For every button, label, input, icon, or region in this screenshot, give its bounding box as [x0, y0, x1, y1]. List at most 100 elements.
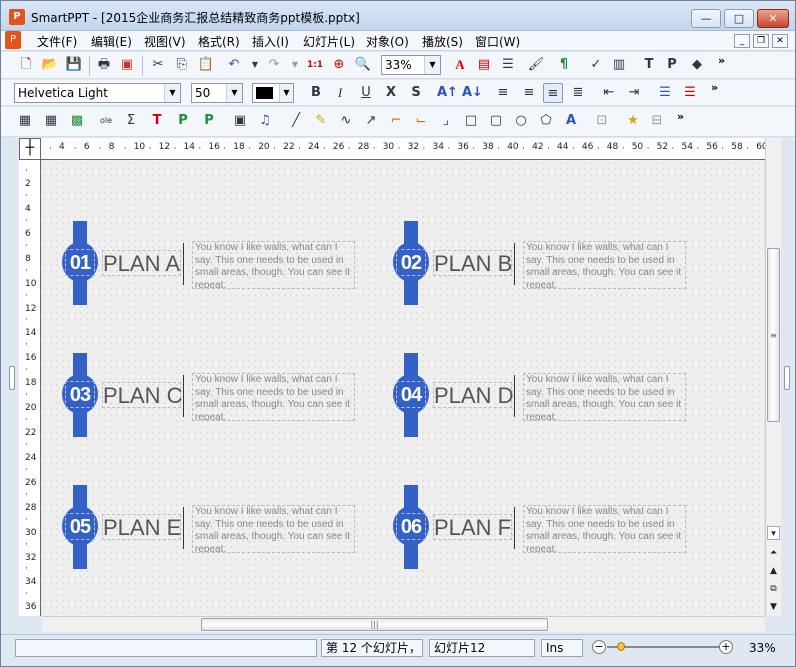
align-objects-icon[interactable]: ⊟	[647, 111, 667, 131]
menu-view[interactable]: 视图(V)	[144, 33, 186, 50]
plan-block[interactable]: 06 PLAN F You know I like walls, what can …	[393, 485, 713, 575]
shadow-text-icon[interactable]: S	[406, 83, 426, 103]
plan-block[interactable]: 05 PLAN E You know I like walls, what can …	[62, 485, 382, 575]
image-icon[interactable]: ▩	[67, 111, 87, 131]
zoom-icon[interactable]: 🔍	[353, 55, 373, 75]
wordart-icon[interactable]: A	[561, 111, 581, 131]
statistics-icon[interactable]: ▥	[609, 55, 629, 75]
curved-connector-icon[interactable]: ⌟	[436, 111, 456, 131]
zoom-slider-thumb[interactable]	[617, 642, 625, 651]
zoom-fit-icon[interactable]: ⊕	[329, 55, 349, 75]
zoom-combo[interactable]: 33% ▼	[381, 55, 441, 75]
font-size-combo[interactable]: 50 ▼	[191, 83, 243, 103]
plan-block[interactable]: 02 PLAN B You know I like walls, what can …	[393, 221, 713, 311]
chevron-down-icon[interactable]: ▼	[226, 84, 242, 102]
paragraph-format-icon[interactable]: ▤	[474, 55, 494, 75]
open-folder-icon[interactable]: 📂	[40, 55, 60, 75]
objects-tool-icon[interactable]: ◆	[687, 55, 707, 75]
align-right-icon[interactable]: ≡	[543, 83, 563, 103]
bold-icon[interactable]: B	[306, 83, 326, 103]
cut-icon[interactable]: ✂	[148, 55, 168, 75]
grow-font-icon[interactable]: A↑	[437, 83, 458, 103]
plan-block[interactable]: 01 PLAN A You know I like walls, what can …	[62, 221, 382, 311]
vertical-scroll-thumb[interactable]: ≡	[767, 248, 780, 422]
align-left-icon[interactable]: ≡	[493, 83, 513, 103]
plan-description[interactable]: You know I like walls, what can I say. T…	[523, 241, 686, 289]
menu-insert[interactable]: 插入(I)	[252, 33, 289, 50]
export-pdf-icon[interactable]: ▣	[117, 55, 137, 75]
connector-tool-icon[interactable]: ⌐	[386, 111, 406, 131]
horizontal-scrollbar[interactable]: |||	[42, 616, 765, 632]
italic-icon[interactable]: I	[330, 83, 350, 103]
insert-mode-status[interactable]: Ins	[541, 639, 583, 657]
vertical-scrollbar[interactable]: ≡ ▾ ⏶ ▲ ⧉ ▼	[765, 138, 781, 616]
numbered-list-icon[interactable]: ☰	[680, 83, 700, 103]
next-slide-icon[interactable]: ▼	[767, 600, 780, 614]
redo-icon[interactable]: ↷	[264, 55, 284, 75]
table-icon[interactable]: ▦	[41, 111, 61, 131]
plan-number[interactable]: 02	[396, 249, 426, 276]
vertical-ruler[interactable]: 2 · 4 · 6 · 8 · 10 · 12 · 14 · 16 · 18 · 20 · 22 · 24 · 26 · 28 · 30…	[19, 160, 41, 616]
close-button[interactable]: ✕	[757, 9, 789, 28]
plan-block[interactable]: 03 PLAN C You know I like walls, what can …	[62, 353, 382, 443]
picture-frame-icon[interactable]: P	[173, 111, 193, 131]
decrease-indent-icon[interactable]: ⇤	[599, 83, 619, 103]
bullets-format-icon[interactable]: ☰	[498, 55, 518, 75]
ruler-corner-icon[interactable]: ┼	[19, 138, 41, 160]
plan-description[interactable]: You know I like walls, what can I say. T…	[523, 373, 686, 421]
plan-number[interactable]: 06	[396, 513, 426, 540]
font-family-combo[interactable]: Helvetica Light ▼	[14, 83, 181, 103]
increase-indent-icon[interactable]: ⇥	[624, 83, 644, 103]
show-formatting-icon[interactable]: ¶	[554, 55, 574, 75]
redo-dropdown-icon[interactable]: ▼	[285, 55, 305, 75]
slide-view-icon[interactable]: ⧉	[767, 582, 780, 596]
right-panel-toggle-handle[interactable]	[784, 366, 790, 390]
elbow-connector-icon[interactable]: ⌙	[411, 111, 431, 131]
menu-object[interactable]: 对象(O)	[366, 33, 409, 50]
chevron-down-icon[interactable]: ▼	[424, 56, 440, 74]
menu-window[interactable]: 窗口(W)	[475, 33, 520, 50]
horizontal-scroll-thumb[interactable]: |||	[201, 618, 548, 631]
star-effects-icon[interactable]: ★	[623, 111, 643, 131]
paste-icon[interactable]: 📋	[196, 55, 216, 75]
plan-block[interactable]: 04 PLAN D You know I like walls, what can …	[393, 353, 713, 443]
menu-format[interactable]: 格式(R)	[198, 33, 240, 50]
chevron-down-icon[interactable]: ▼	[279, 84, 293, 102]
save-icon[interactable]: 💾	[64, 55, 84, 75]
plan-description[interactable]: You know I like walls, what can I say. T…	[192, 241, 355, 289]
rectangle-tool-icon[interactable]: □	[461, 111, 481, 131]
chevron-down-icon[interactable]: ▼	[164, 84, 180, 102]
ole-object-icon[interactable]: ole	[96, 111, 116, 131]
curve-tool-icon[interactable]: ∿	[336, 111, 356, 131]
menu-file[interactable]: 文件(F)	[37, 33, 77, 50]
panel-toggle-handle[interactable]	[9, 366, 15, 390]
toolbar-more-icon[interactable]: »	[711, 81, 718, 94]
spell-check-icon[interactable]: ✓	[586, 55, 606, 75]
line-tool-icon[interactable]: ╱	[286, 111, 306, 131]
undo-dropdown-icon[interactable]: ▼	[245, 55, 265, 75]
rounded-rect-tool-icon[interactable]: ▢	[486, 111, 506, 131]
plan-number[interactable]: 01	[65, 249, 95, 276]
textbox-tool-icon[interactable]: T	[639, 55, 659, 75]
first-slide-icon[interactable]: ⏶	[767, 546, 780, 560]
document-icon[interactable]: P	[5, 31, 21, 49]
zoom-in-button[interactable]: +	[719, 640, 733, 654]
previous-slide-icon[interactable]: ▲	[767, 564, 780, 578]
copy-icon[interactable]: ⎘	[172, 55, 192, 75]
undo-icon[interactable]: ↶	[224, 55, 244, 75]
placeholder-frame-icon[interactable]: P	[199, 111, 219, 131]
slide-canvas[interactable]: 01 PLAN A You know I like walls, what can …	[42, 160, 764, 616]
mdi-close-button[interactable]: ✕	[772, 34, 788, 48]
toolbar-more-icon[interactable]: »	[677, 110, 684, 123]
plan-description[interactable]: You know I like walls, what can I say. T…	[192, 505, 355, 553]
scroll-down-arrow-icon[interactable]: ▾	[767, 526, 780, 540]
picture-tool-icon[interactable]: P	[662, 55, 682, 75]
underline-icon[interactable]: U	[356, 83, 376, 103]
autoshape-tool-icon[interactable]: ⬠	[536, 111, 556, 131]
bullet-list-icon[interactable]: ☰	[655, 83, 675, 103]
plan-title[interactable]: PLAN D	[433, 382, 513, 408]
shrink-font-icon[interactable]: A↓	[462, 83, 483, 103]
toolbar-more-icon[interactable]: »	[718, 54, 725, 67]
menu-edit[interactable]: 编辑(E)	[91, 33, 132, 50]
arrow-tool-icon[interactable]: ↗	[361, 111, 381, 131]
